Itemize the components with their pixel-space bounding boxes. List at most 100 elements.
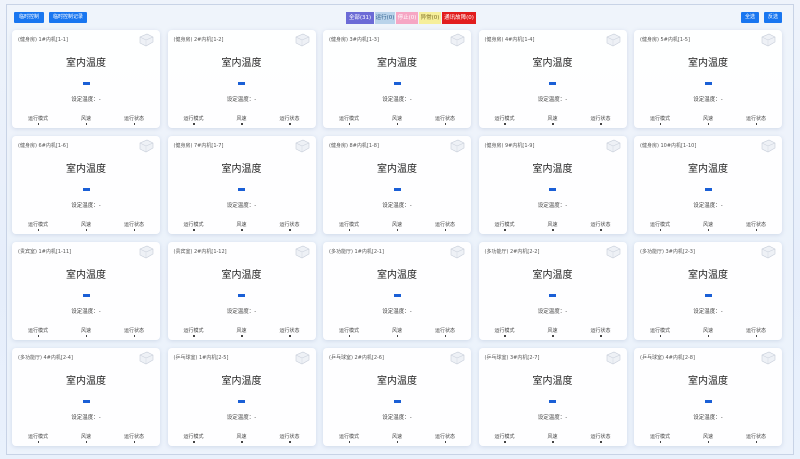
device-card[interactable]: (多功能厅) 2#内机[2-2] 室内温度 设定温度：- 运行模式 风速 运行状… xyxy=(478,242,627,340)
temp-value-indicator xyxy=(393,294,401,297)
device-title: (健身房) 5#内机[1-5] xyxy=(640,37,690,43)
device-card[interactable]: (健身房) 1#内机[1-1] 室内温度 设定温度：- 运行模式 风速 运行状态 xyxy=(12,30,160,128)
device-card[interactable]: (多功能厅) 4#内机[2-4] 室内温度 设定温度：- 运行模式 风速 运行状… xyxy=(12,348,160,446)
set-temp-label: 设定温度：- xyxy=(226,309,257,315)
temp-value-indicator xyxy=(549,294,556,297)
set-temp-label: 设定温度：- xyxy=(382,309,412,315)
device-card[interactable]: (乒乓球室) 3#内机[2-7] 室内温度 设定温度：- 运行模式 风速 运行状… xyxy=(478,348,627,446)
temp-value-indicator xyxy=(238,294,245,297)
invert-select-button[interactable]: 反选 xyxy=(764,12,782,23)
device-title: (多功能厅) 2#内机[2-2] xyxy=(484,249,540,255)
wind-value xyxy=(85,123,87,125)
device-title: (多功能厅) 4#内机[2-4] xyxy=(18,355,73,361)
wind-value xyxy=(85,229,87,231)
wind-label: 风速 xyxy=(391,116,402,122)
indoor-temp-title: 室内温度 xyxy=(377,376,417,387)
state-label: 运行状态 xyxy=(590,328,611,334)
mode-value xyxy=(348,441,350,443)
wind-label: 风速 xyxy=(547,328,558,334)
ac-unit-icon xyxy=(606,245,620,259)
wind-label: 风速 xyxy=(236,222,247,228)
temp-value-indicator xyxy=(393,188,401,191)
state-value xyxy=(755,441,757,443)
toolbar: 临时控制 临时控制记录 全部(31) 运行(0) 停止(0) 异常(0) 通讯故障(0)… xyxy=(6,6,794,28)
mode-label: 运行模式 xyxy=(338,222,359,228)
status-filter-2[interactable]: 停止(0) xyxy=(396,12,418,24)
state-value xyxy=(133,123,135,125)
set-temp-label: 设定温度：- xyxy=(71,309,101,315)
state-label: 运行状态 xyxy=(590,434,611,440)
mode-value xyxy=(193,441,195,443)
select-all-button[interactable]: 全选 xyxy=(741,12,759,23)
state-label: 运行状态 xyxy=(590,222,611,228)
state-value xyxy=(755,335,757,337)
wind-label: 风速 xyxy=(391,328,402,334)
temp-value-indicator xyxy=(238,400,245,403)
device-card[interactable]: (乒乓球室) 1#内机[2-5] 室内温度 设定温度：- 运行模式 风速 运行状… xyxy=(167,348,316,446)
temp-value-indicator xyxy=(82,82,90,85)
state-label: 运行状态 xyxy=(745,116,766,122)
device-card[interactable]: (乒乓球室) 2#内机[2-6] 室内温度 设定温度：- 运行模式 风速 运行状… xyxy=(323,348,471,446)
wind-value xyxy=(396,441,398,443)
mode-value xyxy=(504,335,506,337)
device-card[interactable]: (多功能厅) 1#内机[2-1] 室内温度 设定温度：- 运行模式 风速 运行状… xyxy=(323,242,471,340)
mode-label: 运行模式 xyxy=(649,116,670,122)
device-card[interactable]: (贵宾室) 1#内机[1-11] 室内温度 设定温度：- 运行模式 风速 运行状… xyxy=(12,242,160,340)
device-card[interactable]: (健身房) 10#内机[1-10] 室内温度 设定温度：- 运行模式 风速 运行… xyxy=(634,136,782,234)
device-card[interactable]: (健身房) 6#内机[1-6] 室内温度 设定温度：- 运行模式 风速 运行状态 xyxy=(12,136,160,234)
set-temp-label: 设定温度：- xyxy=(71,203,101,209)
ac-unit-icon xyxy=(295,139,309,153)
mode-label: 运行模式 xyxy=(338,434,359,440)
device-title: (贵宾室) 1#内机[1-11] xyxy=(18,249,72,255)
state-value xyxy=(444,335,446,337)
ac-unit-icon xyxy=(761,139,776,153)
status-filter-1[interactable]: 运行(0) xyxy=(375,12,395,24)
wind-label: 风速 xyxy=(80,434,91,440)
wind-value xyxy=(707,229,709,231)
state-value xyxy=(289,123,291,125)
temp-control-button[interactable]: 临时控制 xyxy=(14,12,44,23)
temp-value-indicator xyxy=(238,82,245,85)
temp-control-record-button[interactable]: 临时控制记录 xyxy=(49,12,87,23)
state-label: 运行状态 xyxy=(745,434,766,440)
wind-label: 风速 xyxy=(80,222,91,228)
temp-value-indicator xyxy=(82,188,90,191)
mode-label: 运行模式 xyxy=(27,116,48,122)
wind-value xyxy=(707,123,709,125)
device-card[interactable]: (健身房) 4#内机[1-4] 室内温度 设定温度：- 运行模式 风速 运行状态 xyxy=(478,30,627,128)
mode-value xyxy=(193,335,195,337)
device-card[interactable]: (健身房) 9#内机[1-9] 室内温度 设定温度：- 运行模式 风速 运行状态 xyxy=(478,136,627,234)
state-value xyxy=(289,229,291,231)
status-filter-0[interactable]: 全部(31) xyxy=(346,12,374,24)
temp-value-indicator xyxy=(549,188,556,191)
device-title: (健身房) 2#内机[1-2] xyxy=(173,37,224,43)
device-card[interactable]: (健身房) 8#内机[1-8] 室内温度 设定温度：- 运行模式 风速 运行状态 xyxy=(323,136,471,234)
state-label: 运行状态 xyxy=(434,222,455,228)
device-card[interactable]: (健身房) 2#内机[1-2] 室内温度 设定温度：- 运行模式 风速 运行状态 xyxy=(167,30,316,128)
state-value xyxy=(444,229,446,231)
status-filter-4[interactable]: 通讯故障(0) xyxy=(442,12,476,24)
device-title: (乒乓球室) 2#内机[2-6] xyxy=(329,355,384,361)
device-card[interactable]: (健身房) 3#内机[1-3] 室内温度 设定温度：- 运行模式 风速 运行状态 xyxy=(323,30,471,128)
wind-value xyxy=(241,123,243,125)
wind-value xyxy=(85,441,87,443)
wind-label: 风速 xyxy=(547,222,558,228)
indoor-temp-title: 室内温度 xyxy=(688,58,728,69)
device-card[interactable]: (贵宾室) 2#内机[1-12] 室内温度 设定温度：- 运行模式 风速 运行状… xyxy=(167,242,316,340)
device-card[interactable]: (健身房) 5#内机[1-5] 室内温度 设定温度：- 运行模式 风速 运行状态 xyxy=(634,30,782,128)
status-filter-3[interactable]: 异常(0) xyxy=(419,12,441,24)
set-temp-label: 设定温度：- xyxy=(226,97,257,103)
mode-value xyxy=(37,123,39,125)
wind-value xyxy=(396,229,398,231)
wind-value xyxy=(241,335,243,337)
mode-value xyxy=(193,229,195,231)
set-temp-label: 设定温度：- xyxy=(382,203,412,209)
state-value xyxy=(600,335,602,337)
device-card[interactable]: (乒乓球室) 4#内机[2-8] 室内温度 设定温度：- 运行模式 风速 运行状… xyxy=(634,348,782,446)
mode-label: 运行模式 xyxy=(494,116,515,122)
temp-value-indicator xyxy=(393,82,401,85)
device-card[interactable]: (健身房) 7#内机[1-7] 室内温度 设定温度：- 运行模式 风速 运行状态 xyxy=(167,136,316,234)
device-card[interactable]: (多功能厅) 3#内机[2-3] 室内温度 设定温度：- 运行模式 风速 运行状… xyxy=(634,242,782,340)
state-label: 运行状态 xyxy=(745,222,766,228)
device-title: (健身房) 8#内机[1-8] xyxy=(329,143,379,149)
